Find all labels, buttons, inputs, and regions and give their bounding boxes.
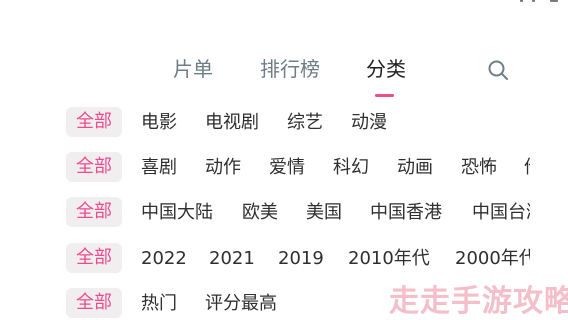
chip-item[interactable]: 中国台湾 [472, 197, 530, 229]
filter-row-year: 全部 2022 2021 2019 2010年代 2000年代 [0, 243, 530, 275]
chip-item[interactable]: 评分最高 [205, 288, 277, 320]
chip-item[interactable]: 动画 [397, 152, 433, 184]
tab-category[interactable]: 分类 [366, 55, 406, 83]
chip-item[interactable]: 欧美 [242, 197, 278, 229]
chip-item[interactable]: 科幻 [333, 152, 369, 184]
chip-all[interactable]: 全部 [66, 288, 122, 318]
chip-all[interactable]: 全部 [66, 107, 122, 137]
chip-all[interactable]: 全部 [66, 243, 122, 273]
chip-item[interactable]: 综艺 [287, 107, 323, 139]
signal-icon [520, 0, 523, 2]
chip-item[interactable]: 爱情 [269, 152, 305, 184]
tab-playlist[interactable]: 片单 [173, 55, 213, 83]
search-icon[interactable] [486, 58, 510, 82]
wifi-icon [532, 0, 535, 2]
watermark-logo: 走走手游攻略 [389, 284, 568, 319]
top-tabs: 片单 排行榜 分类 [0, 55, 568, 95]
chip-item[interactable]: 动漫 [351, 107, 387, 139]
chip-item[interactable]: 伦 [524, 152, 530, 184]
battery-icon [550, 0, 558, 2]
chip-item[interactable]: 中国香港 [370, 197, 442, 229]
chip-item[interactable]: 美国 [306, 197, 342, 229]
chip-item[interactable]: 2010年代 [348, 243, 430, 275]
chip-item[interactable]: 热门 [141, 288, 177, 320]
filter-row-genre: 全部 喜剧 动作 爱情 科幻 动画 恐怖 伦 [0, 152, 530, 184]
chip-item[interactable]: 中国大陆 [141, 197, 213, 229]
chip-item[interactable]: 2021 [209, 243, 255, 275]
chip-all[interactable]: 全部 [66, 197, 122, 227]
filter-row-type: 全部 电影 电视剧 综艺 动漫 [0, 107, 530, 139]
chip-item[interactable]: 2019 [278, 243, 324, 275]
tab-ranking[interactable]: 排行榜 [260, 55, 320, 83]
chip-item[interactable]: 电影 [141, 107, 177, 139]
filter-row-region: 全部 中国大陆 欧美 美国 中国香港 中国台湾 [0, 197, 530, 229]
chip-item[interactable]: 电视剧 [205, 107, 259, 139]
chip-item[interactable]: 恐怖 [461, 152, 497, 184]
chip-all[interactable]: 全部 [66, 152, 122, 182]
chip-item[interactable]: 喜剧 [141, 152, 177, 184]
chip-item[interactable]: 2000年代 [455, 243, 530, 275]
chip-item[interactable]: 2022 [141, 243, 187, 275]
active-tab-indicator [375, 94, 394, 97]
chip-item[interactable]: 动作 [205, 152, 241, 184]
